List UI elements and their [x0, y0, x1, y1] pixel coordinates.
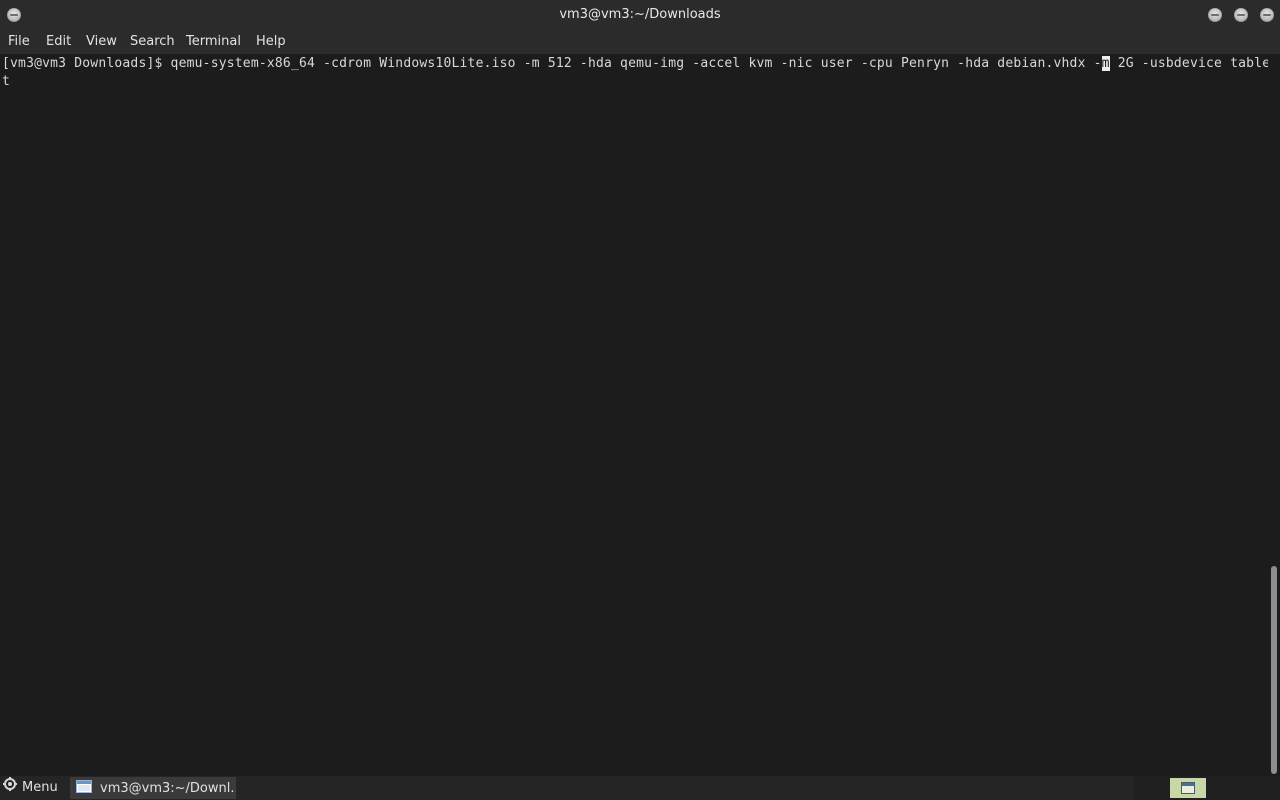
maximize-icon[interactable] [1234, 8, 1248, 22]
menu-help[interactable]: Help [256, 30, 286, 54]
terminal-cursor: m [1101, 56, 1110, 71]
window-titlebar[interactable]: vm3@vm3:~/Downloads [0, 0, 1280, 30]
window-title: vm3@vm3:~/Downloads [559, 7, 721, 22]
start-menu-button[interactable]: Menu [3, 776, 58, 800]
taskbar: Menu vm3@vm3:~/Downl... [0, 776, 1280, 800]
taskbar-window-label: vm3@vm3:~/Downl... [100, 780, 236, 796]
terminal-scrollbar[interactable] [1268, 54, 1280, 776]
menu-edit[interactable]: Edit [46, 30, 71, 54]
menu-view[interactable]: View [86, 30, 117, 54]
terminal-icon [76, 779, 92, 797]
menu-terminal[interactable]: Terminal [186, 30, 241, 54]
terminal-area[interactable]: [vm3@vm3 Downloads]$ qemu-system-x86_64 … [0, 54, 1270, 776]
command-text: [vm3@vm3 Downloads]$ qemu-system-x86_64 … [2, 56, 1102, 71]
terminal-line-1: [vm3@vm3 Downloads]$ qemu-system-x86_64 … [2, 56, 1270, 71]
menubar: File Edit View Search Terminal Help [0, 30, 1280, 54]
gear-icon [3, 776, 17, 800]
scrollbar-thumb[interactable] [1271, 566, 1277, 774]
command-text-after-cursor: 2G -usbdevice table [1109, 56, 1271, 71]
system-tray [1134, 776, 1280, 800]
show-desktop-button[interactable] [1170, 778, 1206, 798]
close-icon[interactable] [1260, 8, 1274, 22]
taskbar-window-button[interactable]: vm3@vm3:~/Downl... [70, 777, 236, 799]
terminal-line-2: t [2, 74, 11, 89]
minimize-icon[interactable] [1208, 8, 1222, 22]
show-desktop-icon [1181, 779, 1195, 798]
menu-search[interactable]: Search [130, 30, 175, 54]
menu-file[interactable]: File [8, 30, 30, 54]
start-menu-label: Menu [22, 780, 58, 795]
